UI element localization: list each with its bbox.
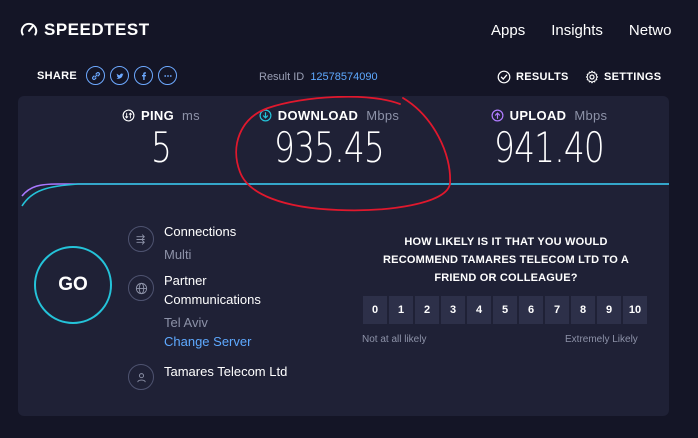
result-id-label: Result ID (259, 71, 305, 83)
scale-low-label: Not at all likely (362, 334, 427, 345)
result-card: PING ms 5 DOWNLOAD Mbps 935.45 UPLOAD Mb… (18, 96, 669, 416)
link-icon[interactable] (86, 66, 106, 85)
connections-icon (128, 226, 154, 252)
upload-metric: UPLOAD Mbps 941.40 (474, 108, 624, 171)
top-bar: SPEEDTEST Apps Insights Netwo (0, 0, 698, 62)
isp-info: Tamares Telecom Ltd (164, 362, 287, 381)
settings-label: SETTINGS (604, 71, 662, 83)
rating-9[interactable]: 9 (597, 296, 621, 324)
download-graph-line (21, 183, 669, 207)
rating-2[interactable]: 2 (415, 296, 439, 324)
nav-network[interactable]: Netwo (629, 22, 672, 39)
upload-graph-line (21, 183, 669, 197)
results-button[interactable]: RESULTS (497, 70, 569, 84)
survey-question: HOW LIKELY IS IT THAT YOU WOULD RECOMMEN… (383, 236, 629, 284)
share-label: SHARE (37, 69, 78, 82)
download-value: 935.45 (274, 123, 385, 172)
rating-7[interactable]: 7 (545, 296, 569, 324)
settings-button[interactable]: SETTINGS (585, 70, 661, 84)
download-metric: DOWNLOAD Mbps 935.45 (254, 108, 404, 171)
host-info: Partner Communications Tel Aviv Change S… (164, 271, 261, 351)
host-location: Tel Aviv (164, 315, 208, 330)
share-bar: SHARE (37, 66, 178, 85)
download-unit: Mbps (366, 108, 400, 123)
ping-unit: ms (182, 108, 200, 123)
change-server-link[interactable]: Change Server (164, 332, 261, 351)
upload-unit: Mbps (574, 108, 608, 123)
result-id: Result ID 12578574090 (259, 71, 378, 83)
upload-value: 941.40 (494, 123, 605, 172)
twitter-icon[interactable] (110, 66, 130, 85)
rating-4[interactable]: 4 (467, 296, 491, 324)
download-label: DOWNLOAD (277, 108, 359, 123)
logo-text: SPEEDTEST (44, 20, 150, 39)
check-circle-icon (497, 70, 511, 84)
rating-5[interactable]: 5 (493, 296, 517, 324)
speed-graph (21, 183, 669, 207)
host-name-line2: Communications (164, 292, 261, 307)
more-icon[interactable] (158, 66, 178, 85)
nav-apps[interactable]: Apps (491, 22, 525, 39)
rating-8[interactable]: 8 (571, 296, 595, 324)
ping-icon (122, 109, 135, 122)
gauge-icon (20, 22, 38, 36)
isp-name: Tamares Telecom Ltd (164, 364, 288, 379)
rating-6[interactable]: 6 (519, 296, 543, 324)
result-id-value[interactable]: 12578574090 (310, 71, 377, 83)
user-icon (128, 364, 154, 390)
globe-icon (128, 275, 154, 301)
ping-metric: PING ms 5 (96, 108, 226, 171)
upload-label: UPLOAD (509, 108, 567, 123)
main-nav: Apps Insights Netwo (491, 22, 671, 39)
go-button[interactable]: GO (34, 246, 112, 324)
rating-3[interactable]: 3 (441, 296, 465, 324)
connections-label: Connections (164, 224, 237, 239)
speedtest-logo[interactable]: SPEEDTEST (20, 20, 150, 40)
download-icon (259, 109, 272, 122)
connections-info: Connections Multi (164, 222, 236, 264)
upload-icon (491, 109, 504, 122)
gear-icon (585, 70, 599, 84)
ping-label: PING (141, 108, 175, 123)
rating-10[interactable]: 10 (623, 296, 647, 324)
rating-1[interactable]: 1 (389, 296, 413, 324)
scale-high-label: Extremely Likely (565, 334, 638, 345)
connections-value: Multi (164, 247, 192, 262)
results-label: RESULTS (516, 71, 569, 83)
facebook-icon[interactable] (134, 66, 154, 85)
rating-0[interactable]: 0 (363, 296, 387, 324)
host-name-line1: Partner (164, 273, 207, 288)
rating-scale: 0 1 2 3 4 5 6 7 8 9 10 (363, 296, 647, 324)
nav-insights[interactable]: Insights (551, 22, 603, 39)
ping-value: 5 (150, 123, 172, 172)
